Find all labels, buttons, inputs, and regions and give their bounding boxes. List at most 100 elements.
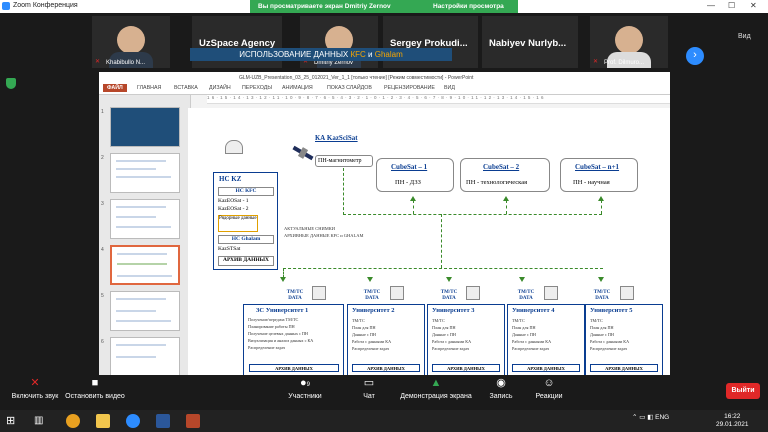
university-line: Распределение задач <box>432 346 469 351</box>
share-screen-button[interactable]: ▲ Демонстрация экрана <box>397 378 475 401</box>
cubesat-2-box: CubeSat – 2 ПН - технологическая <box>460 158 550 192</box>
stop-video-label: Остановить видео <box>65 393 125 400</box>
connector-line <box>283 268 603 269</box>
cubesat-2-payload: ПН - технологическая <box>466 179 528 186</box>
slide-heading: ИСПОЛЬЗОВАНИЕ ДАННЫХ КFС и Ghalam <box>190 48 452 61</box>
arrow-down-icon <box>598 277 604 282</box>
windows-taskbar: ⊞ ▥ ⌃ ▭ ◧ ENG 16:22 29.01.2021 <box>0 410 768 432</box>
banner-message: Вы просматриваете экран Dmitriy Zernov <box>258 3 391 10</box>
record-icon: ◉ <box>496 377 506 389</box>
ruler-scale: 16·15·14·13·12·11·10·9·8·7·6·5·4·3·2·1·0… <box>207 95 546 100</box>
university-line: Распределение задач <box>512 346 549 351</box>
university-line: Планирование работы ПН <box>248 324 295 329</box>
file-explorer-icon[interactable] <box>96 414 110 428</box>
connector-line <box>601 200 602 214</box>
university-archive: АРХИВ ДАННЫХ <box>512 364 580 372</box>
heading-text: ИСПОЛЬЗОВАНИЕ ДАННЫХ <box>239 50 351 59</box>
screen-share-banner: Вы просматриваете экран Dmitriy Zernov Н… <box>250 0 518 13</box>
security-shield-icon[interactable] <box>6 78 16 89</box>
university-archive: АРХИВ ДАННЫХ <box>249 364 339 372</box>
tab-slideshow[interactable]: ПОКАЗ СЛАЙДОВ <box>327 85 372 91</box>
tmtc-label: TM/TC DATA <box>440 290 458 301</box>
slide-thumbnails-pane: 1 2 3 4 5 6 <box>99 95 191 380</box>
tab-design[interactable]: ДИЗАЙН <box>209 85 231 91</box>
task-view-icon[interactable]: ▥ <box>34 414 48 428</box>
windows-start-icon[interactable]: ⊞ <box>6 414 20 428</box>
zoom-app-icon[interactable] <box>126 414 140 428</box>
slide-thumbnail[interactable] <box>110 153 180 193</box>
tab-transitions[interactable]: ПЕРЕХОДЫ <box>242 85 272 91</box>
thumb-number: 2 <box>101 155 104 161</box>
slide-thumbnail[interactable] <box>110 107 180 147</box>
university-line: Распределение задач <box>248 345 285 350</box>
unmute-label: Включить звук <box>11 393 59 400</box>
university-5-box: Университет 5 TM/TC План для ПН Данные с… <box>585 304 663 376</box>
clock[interactable]: 16:22 29.01.2021 <box>716 413 749 429</box>
university-line: План для ПН <box>512 325 536 330</box>
thumb-number: 4 <box>101 247 104 253</box>
participants-button[interactable]: ●9 Участники <box>270 378 340 401</box>
record-label: Запись <box>489 393 513 400</box>
participant-tile[interactable]: ✕ Khabibullo N... <box>92 16 170 68</box>
language-indicator[interactable]: ENG <box>655 414 669 421</box>
system-tray[interactable]: ⌃ ▭ ◧ ENG <box>632 413 669 421</box>
tab-view[interactable]: ВИД <box>444 85 455 91</box>
view-button[interactable]: Вид <box>738 33 751 40</box>
view-options-button[interactable]: Настройки просмотра <box>433 3 504 10</box>
arrow-down-icon <box>519 277 525 282</box>
zoom-titlebar: Zoom Конференция Вы просматриваете экран… <box>0 0 768 13</box>
maximize-icon[interactable]: ☐ <box>728 1 735 10</box>
satellite-name: КА KazSciSat <box>315 134 358 142</box>
satellite-payload: ПН-магнитометр <box>315 155 373 167</box>
minimize-icon[interactable]: — <box>707 1 715 10</box>
chat-button[interactable]: ▭ Чат <box>334 377 404 401</box>
leave-meeting-button[interactable]: Выйти <box>726 383 760 399</box>
participant-video <box>615 26 643 54</box>
hc-kz-title: НС KZ <box>219 175 242 183</box>
tab-file[interactable]: ФАЙЛ <box>103 84 127 92</box>
connector-line <box>343 214 602 215</box>
participant-tile[interactable]: ✕ Prof. Dilmuro... <box>590 16 668 68</box>
window-title: Zoom Конференция <box>13 2 78 9</box>
university-title: Университет 5 <box>590 307 633 314</box>
horizontal-ruler: 16·15·14·13·12·11·10·9·8·7·6·5·4·3·2·1·0… <box>207 95 670 104</box>
word-icon[interactable] <box>156 414 170 428</box>
cubesat-1-payload: ПН - ДЗЗ <box>395 179 421 186</box>
tab-review[interactable]: РЕЦЕНЗИРОВАНИЕ <box>384 85 435 91</box>
cubesat-2-name: CubeSat – 2 <box>483 163 520 171</box>
slide-thumbnail[interactable] <box>110 199 180 239</box>
chrome-icon[interactable] <box>66 414 80 428</box>
tab-animation[interactable]: АНИМАЦИЯ <box>282 85 313 91</box>
university-line: Работа с данными КА <box>352 339 392 344</box>
university-line: Распределение задач <box>590 346 627 351</box>
satellite-name-text: КА KazSciSat <box>315 134 358 142</box>
slide-thumbnail[interactable] <box>110 291 180 331</box>
server-icon <box>544 286 558 300</box>
cubesat-n-box: CubeSat – n+1 ПН - научная <box>560 158 638 192</box>
participants-label: Участники <box>288 393 322 400</box>
connector-line <box>506 200 507 214</box>
tab-insert[interactable]: ВСТАВКА <box>174 85 198 91</box>
stop-video-button[interactable]: ■ Остановить видео <box>60 378 130 401</box>
slide-thumbnail[interactable] <box>110 337 180 377</box>
university-line: Получение/передача TM/TC <box>248 317 299 322</box>
tmtc-label: TM/TC DATA <box>363 290 381 301</box>
connector-line <box>413 200 414 214</box>
slide-thumbnail-active[interactable] <box>110 245 180 285</box>
chat-icon: ▭ <box>363 377 375 389</box>
participant-tile[interactable]: Nabiyev Nurlyb... <box>482 16 578 68</box>
university-line: Работа с данными КА <box>512 339 552 344</box>
chat-label: Чат <box>363 393 375 400</box>
close-icon[interactable]: ✕ <box>750 1 757 10</box>
heading-and: и <box>365 50 375 59</box>
ground-station-antenna-icon <box>225 140 243 154</box>
powerpoint-icon[interactable] <box>186 414 200 428</box>
raw-data-box: Рядорные данные <box>218 215 258 232</box>
reactions-button[interactable]: ☺ Реакции <box>514 378 584 401</box>
heading-galam: Ghalam <box>374 50 403 59</box>
next-page-arrow-icon[interactable]: › <box>686 47 704 65</box>
tab-home[interactable]: ГЛАВНАЯ <box>137 85 161 91</box>
university-line: План для ПН <box>590 325 614 330</box>
ppt-ribbon: ФАЙЛ ГЛАВНАЯ ВСТАВКА ДИЗАЙН ПЕРЕХОДЫ АНИ… <box>99 83 670 95</box>
university-line: Данные с ПН <box>512 332 536 337</box>
